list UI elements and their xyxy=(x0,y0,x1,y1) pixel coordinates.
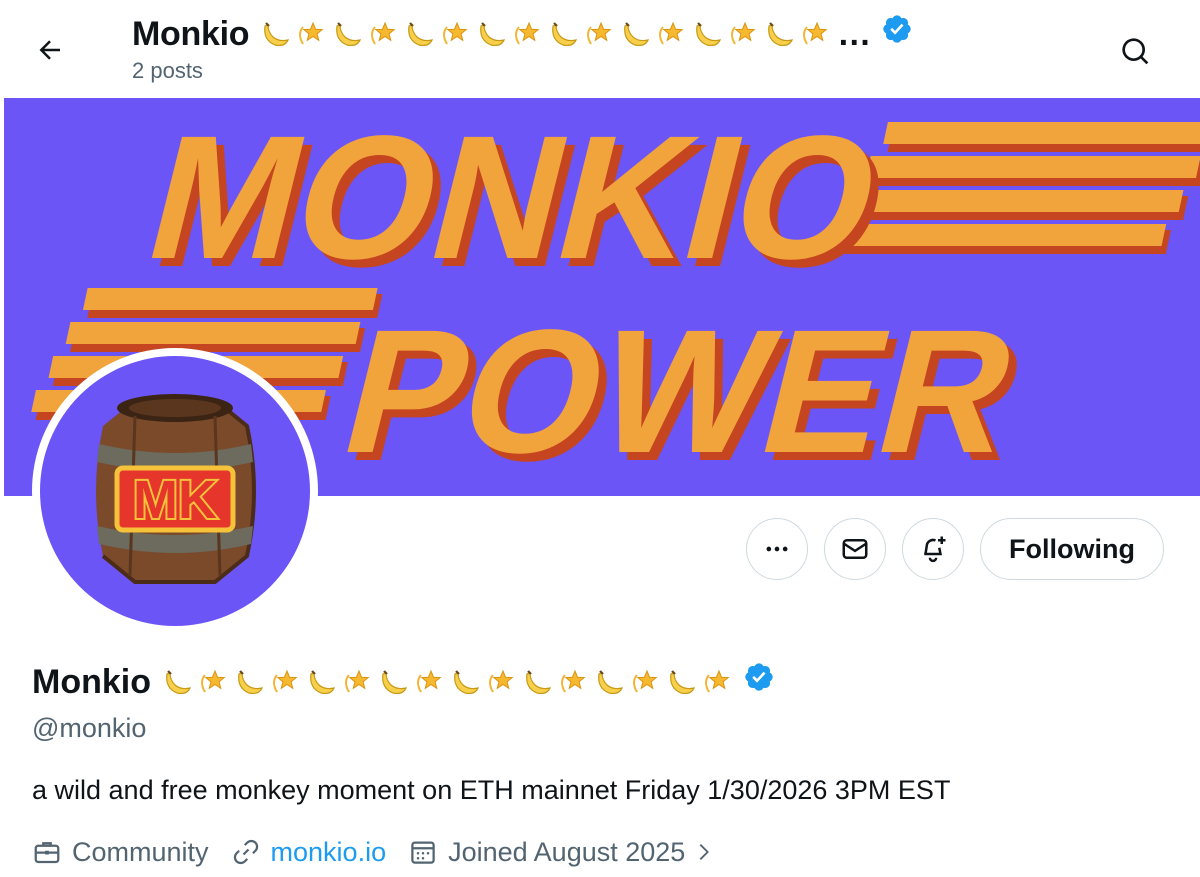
header-title: Monkio … 2 posts xyxy=(132,12,913,84)
category-label: Community xyxy=(72,837,209,867)
barrel-icon: MK xyxy=(96,394,256,584)
banana-icon xyxy=(336,22,362,47)
banana-icon xyxy=(264,22,290,47)
briefcase-icon xyxy=(34,842,60,864)
banana-icon xyxy=(696,22,722,47)
joined-label: Joined August 2025 xyxy=(448,837,686,867)
emoji-row xyxy=(259,18,831,50)
star-icon xyxy=(587,21,612,45)
banana-icon xyxy=(526,670,551,695)
bell-plus-icon xyxy=(924,536,946,563)
banana-icon xyxy=(624,22,650,47)
banana-icon xyxy=(382,670,407,695)
banana-icon xyxy=(552,22,578,47)
back-arrow-icon xyxy=(39,40,60,60)
posts-count: 2 posts xyxy=(132,58,203,83)
search-button[interactable] xyxy=(1110,26,1162,78)
avatar-image: MK xyxy=(40,356,310,626)
chevron-right-icon xyxy=(699,844,710,860)
star-icon xyxy=(371,21,396,45)
avatar[interactable]: MK xyxy=(32,348,318,634)
more-icon xyxy=(766,546,788,552)
emoji-row xyxy=(161,666,733,698)
handle: @monkio xyxy=(32,713,147,743)
category-item: Community xyxy=(32,834,209,870)
banner-line2: POWER xyxy=(326,292,1035,489)
display-name-row: Monkio xyxy=(32,658,1172,706)
verified-badge-icon[interactable] xyxy=(743,658,775,706)
joined-item[interactable]: Joined August 2025 xyxy=(408,834,725,870)
following-button[interactable]: Following xyxy=(980,518,1164,580)
star-icon xyxy=(344,669,370,693)
profile-actions: Following xyxy=(746,518,1164,580)
avatar-label: MK xyxy=(133,470,217,530)
profile-meta: Community monkio.io Joined August 2025 xyxy=(32,834,1172,870)
star-icon xyxy=(443,21,468,45)
banana-icon xyxy=(480,22,506,47)
message-button[interactable] xyxy=(824,518,886,580)
website-item[interactable]: monkio.io xyxy=(231,834,387,870)
star-icon xyxy=(272,669,298,693)
banana-icon xyxy=(670,670,695,695)
star-icon xyxy=(488,669,514,693)
banana-icon xyxy=(598,670,623,695)
website-link[interactable]: monkio.io xyxy=(271,834,387,870)
top-bar: Monkio … 2 posts xyxy=(0,0,1200,98)
more-button[interactable] xyxy=(746,518,808,580)
display-name: Monkio xyxy=(32,663,151,701)
header-name-row: Monkio … xyxy=(132,12,913,56)
bio: a wild and free monkey moment on ETH mai… xyxy=(32,775,951,805)
star-icon xyxy=(731,21,756,45)
star-icon xyxy=(200,669,226,693)
banana-icon xyxy=(408,22,434,47)
notify-button[interactable] xyxy=(902,518,964,580)
star-icon xyxy=(416,669,442,693)
banana-icon xyxy=(238,670,263,695)
profile-info: Monkio @monkio a wild and free monkey mo… xyxy=(32,658,1172,870)
banana-icon xyxy=(166,670,191,695)
star-icon xyxy=(704,669,730,693)
star-icon xyxy=(560,669,586,693)
search-icon xyxy=(1122,38,1149,65)
mail-icon xyxy=(842,539,868,559)
link-icon xyxy=(233,839,258,865)
star-icon xyxy=(803,21,828,45)
star-icon xyxy=(632,669,658,693)
star-icon xyxy=(659,21,684,45)
header-name: Monkio xyxy=(132,15,250,53)
star-icon xyxy=(515,21,540,45)
banana-icon xyxy=(454,670,479,695)
banner-line1: MONKIO xyxy=(131,98,900,295)
banana-icon xyxy=(310,670,335,695)
banana-icon xyxy=(768,22,794,47)
back-button[interactable] xyxy=(22,22,78,78)
name-ellipsis: … xyxy=(837,15,871,53)
star-icon xyxy=(299,21,324,45)
calendar-icon xyxy=(411,841,435,864)
verified-badge-icon xyxy=(881,12,913,56)
